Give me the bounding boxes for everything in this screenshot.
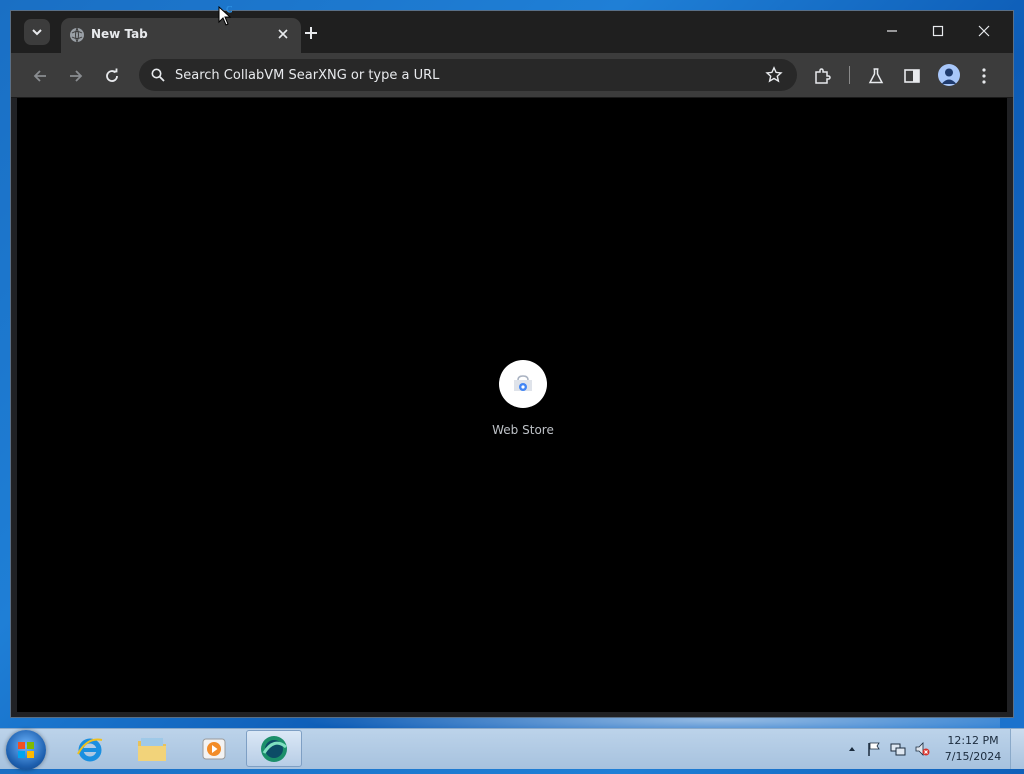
browser-toolbar: Search CollabVM SearXNG or type a URL	[11, 53, 1013, 98]
taskbar-internet-explorer[interactable]	[62, 730, 118, 767]
side-panel-icon	[904, 69, 920, 83]
maximize-button[interactable]	[923, 19, 953, 43]
new-tab-button[interactable]	[301, 23, 321, 43]
clock-date: 7/15/2024	[944, 750, 1002, 763]
person-icon	[941, 68, 957, 84]
action-center-flag-icon[interactable]	[866, 741, 882, 757]
search-icon	[149, 66, 167, 84]
side-panel-button[interactable]	[901, 65, 923, 87]
tab-strip: New Tab	[11, 11, 1013, 53]
globe-icon	[70, 27, 84, 43]
reload-icon	[106, 68, 118, 82]
volume-muted-icon[interactable]	[914, 741, 930, 757]
windows-logo-icon	[18, 742, 34, 758]
puzzle-icon	[815, 68, 831, 84]
taskbar-browser[interactable]	[246, 730, 302, 767]
folder-icon	[138, 737, 166, 761]
arrow-right-icon	[70, 70, 83, 82]
bookmark-star-icon[interactable]	[765, 66, 783, 84]
clock-time: 12:12 PM	[947, 734, 999, 747]
chrome-web-store-icon	[514, 375, 532, 391]
tab-title: New Tab	[91, 27, 148, 41]
close-icon	[278, 29, 288, 39]
new-tab-page: Web Store	[17, 98, 1007, 712]
close-window-button[interactable]	[969, 19, 999, 43]
plus-icon	[305, 27, 317, 39]
shortcut-icon-tile	[499, 360, 547, 408]
browser-window: New Tab Search CollabVM SearXNG or type …	[10, 10, 1014, 718]
browser-menu-button[interactable]	[973, 65, 995, 87]
tab-close-button[interactable]	[275, 26, 291, 42]
address-bar[interactable]: Search CollabVM SearXNG or type a URL	[139, 59, 797, 91]
chevron-down-icon	[32, 29, 42, 36]
tab-search-button[interactable]	[24, 19, 50, 45]
taskbar-clock[interactable]: 12:12 PM 7/15/2024	[940, 733, 1006, 765]
minimize-button[interactable]	[877, 19, 907, 43]
ie-icon	[77, 738, 103, 761]
toolbar-divider	[849, 66, 850, 84]
taskbar: 12:12 PM 7/15/2024	[0, 728, 1024, 770]
reload-button[interactable]	[101, 65, 123, 87]
browser-icon	[261, 735, 287, 762]
media-player-icon	[202, 738, 226, 759]
labs-button[interactable]	[865, 65, 887, 87]
mouse-cursor-icon	[218, 6, 232, 26]
start-button[interactable]	[6, 730, 46, 770]
taskbar-windows-explorer[interactable]	[124, 730, 180, 767]
back-button[interactable]	[29, 65, 51, 87]
profile-avatar[interactable]	[938, 64, 960, 86]
arrow-left-icon	[33, 70, 46, 82]
tab-new-tab[interactable]: New Tab	[61, 18, 301, 53]
network-icon[interactable]	[890, 741, 906, 757]
minimize-icon	[887, 30, 897, 32]
address-bar-placeholder: Search CollabVM SearXNG or type a URL	[175, 67, 440, 83]
show-hidden-icons-icon[interactable]	[844, 741, 860, 757]
more-vert-icon	[982, 68, 986, 84]
flask-icon	[868, 68, 884, 84]
taskbar-windows-media-player[interactable]	[186, 730, 242, 767]
shortcut-web-store[interactable]: Web Store	[473, 360, 573, 437]
extensions-button[interactable]	[811, 65, 833, 87]
forward-button[interactable]	[65, 65, 87, 87]
shortcut-label: Web Store	[492, 423, 554, 437]
show-desktop-button[interactable]	[1010, 729, 1024, 769]
close-icon	[978, 25, 990, 37]
maximize-icon	[932, 25, 944, 37]
